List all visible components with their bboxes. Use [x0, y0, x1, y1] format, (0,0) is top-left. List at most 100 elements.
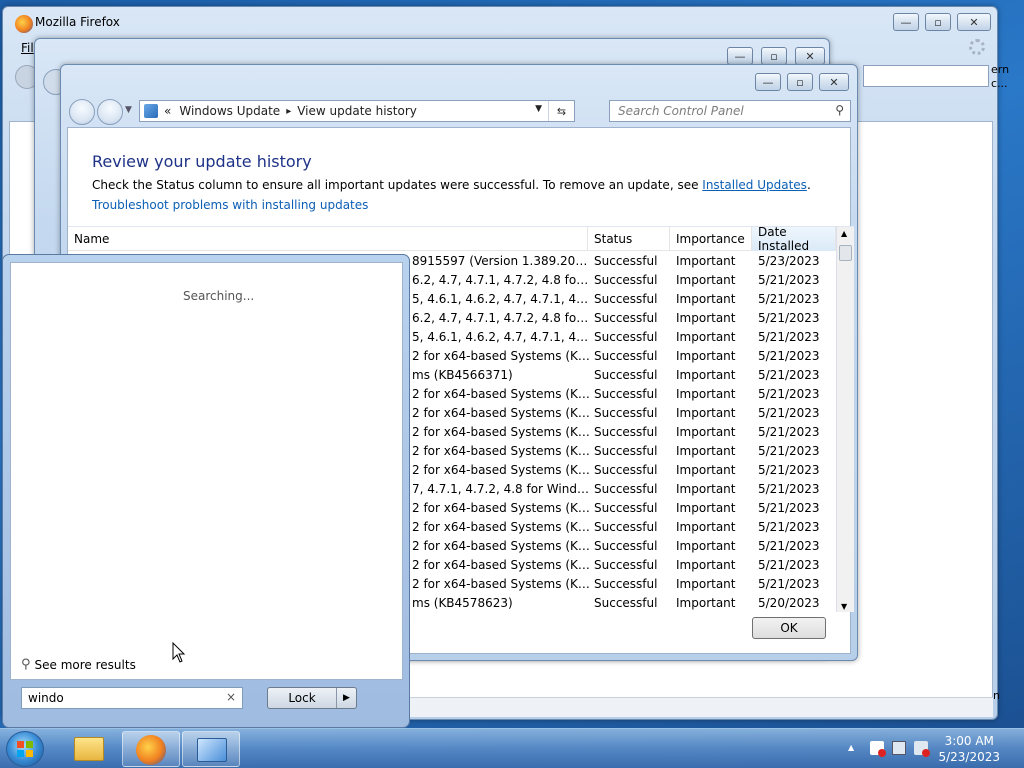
background-close-button[interactable]: ✕: [795, 47, 825, 65]
mouse-cursor-icon: [172, 642, 186, 663]
cell-date: 5/21/2023: [758, 273, 820, 287]
forward-icon[interactable]: [97, 99, 123, 125]
cell-importance: Important: [676, 292, 736, 306]
firefox-minimize-button[interactable]: —: [893, 13, 919, 31]
lock-button[interactable]: Lock ▶: [267, 687, 357, 709]
cell-importance: Important: [676, 387, 736, 401]
taskbar-firefox-button[interactable]: [122, 731, 180, 767]
column-name[interactable]: Name: [68, 227, 588, 251]
refresh-icon[interactable]: ⇆: [548, 101, 574, 121]
show-hidden-icons-arrow[interactable]: ▲: [848, 743, 854, 752]
cell-date: 5/21/2023: [758, 368, 820, 382]
cell-importance: Important: [676, 463, 736, 477]
cell-name: 5, 4.6.1, 4.6.2, 4.7, 4.7.1, 4.7.2, 4.8.…: [412, 292, 590, 306]
network-icon[interactable]: [892, 741, 906, 755]
recent-pages-chevron-icon[interactable]: ▼: [125, 105, 132, 115]
cell-name: 2 for x64-based Systems (KB502...: [412, 501, 590, 515]
cell-date: 5/21/2023: [758, 577, 820, 591]
cell-importance: Important: [676, 482, 736, 496]
column-importance[interactable]: Importance: [670, 227, 752, 251]
cell-importance: Important: [676, 406, 736, 420]
background-maximize-button[interactable]: ▫: [761, 47, 787, 65]
taskbar-explorer-button[interactable]: [60, 731, 118, 767]
breadcrumb-separator-icon[interactable]: ▸: [286, 106, 291, 117]
cell-date: 5/21/2023: [758, 292, 820, 306]
address-bar[interactable]: « Windows Update ▸ View update history ▼…: [139, 100, 575, 122]
cell-importance: Important: [676, 444, 736, 458]
firefox-side-text-b: c...: [991, 77, 1008, 90]
flag-icon[interactable]: [870, 741, 886, 757]
cell-status: Successful: [594, 558, 658, 572]
cell-name: 2 for x64-based Systems (KB500...: [412, 520, 590, 534]
cell-date: 5/21/2023: [758, 387, 820, 401]
cell-status: Successful: [594, 368, 658, 382]
breadcrumb-windows-update[interactable]: Windows Update: [179, 104, 280, 118]
cell-status: Successful: [594, 311, 658, 325]
cell-status: Successful: [594, 501, 658, 515]
cell-importance: Important: [676, 368, 736, 382]
cp-navigation-bar: ▼ « Windows Update ▸ View update history…: [67, 99, 851, 125]
cell-name: 2 for x64-based Systems (KB500...: [412, 463, 590, 477]
cell-name: 2 for x64-based Systems (KB458...: [412, 558, 590, 572]
table-scrollbar[interactable]: ▲ ▼: [836, 227, 854, 612]
back-icon[interactable]: [69, 99, 95, 125]
search-icon[interactable]: ⚲: [835, 103, 844, 117]
cell-date: 5/21/2023: [758, 330, 820, 344]
start-search-input[interactable]: windo ×: [21, 687, 243, 709]
cell-name: 5, 4.6.1, 4.6.2, 4.7, 4.7.1, 4.7.2, 4.8.…: [412, 330, 590, 344]
cell-importance: Important: [676, 254, 736, 268]
cell-date: 5/21/2023: [758, 444, 820, 458]
taskbar-control-panel-button[interactable]: [182, 731, 240, 767]
column-date-installed[interactable]: Date Installed: [752, 227, 836, 253]
cell-date: 5/21/2023: [758, 558, 820, 572]
clear-search-icon[interactable]: ×: [226, 690, 236, 704]
start-results-pane: Searching... ⚲ See more results: [10, 262, 403, 680]
cell-name: 2 for x64-based Systems (KB501...: [412, 444, 590, 458]
page-title: Review your update history: [92, 152, 312, 171]
see-more-results-link[interactable]: ⚲ See more results: [21, 657, 136, 672]
cell-importance: Important: [676, 558, 736, 572]
firefox-menu-file[interactable]: Fil: [21, 41, 34, 55]
cell-name: 8915597 (Version 1.389.2084.0): [412, 254, 590, 268]
cell-status: Successful: [594, 330, 658, 344]
firefox-throbber-icon: [969, 39, 985, 55]
search-icon: ⚲: [21, 657, 31, 672]
cell-date: 5/21/2023: [758, 463, 820, 477]
clock-date: 5/23/2023: [938, 750, 1000, 764]
troubleshoot-link[interactable]: Troubleshoot problems with installing up…: [92, 198, 368, 212]
firefox-maximize-button[interactable]: ▫: [925, 13, 951, 31]
cell-name: 2 for x64-based Systems (KB459...: [412, 406, 590, 420]
column-status[interactable]: Status: [588, 227, 670, 251]
ok-button[interactable]: OK: [752, 617, 826, 639]
firefox-side-text-c: n: [993, 689, 1000, 702]
scroll-thumb[interactable]: [839, 245, 852, 261]
firefox-url-bar[interactable]: [863, 65, 989, 87]
cell-date: 5/21/2023: [758, 425, 820, 439]
windows-orb-icon[interactable]: [6, 731, 44, 767]
cp-close-button[interactable]: ✕: [819, 73, 849, 91]
scroll-down-icon[interactable]: ▼: [841, 602, 847, 611]
address-dropdown-icon[interactable]: ▼: [535, 104, 542, 114]
installed-updates-link[interactable]: Installed Updates: [702, 178, 807, 192]
scroll-up-icon[interactable]: ▲: [841, 229, 847, 238]
taskbar-clock[interactable]: 3:00 AM 5/23/2023: [938, 733, 1000, 765]
cell-importance: Important: [676, 330, 736, 344]
cell-importance: Important: [676, 273, 736, 287]
table-header: Name Status Importance Date Installed: [68, 227, 836, 253]
cell-name: 7, 4.7.1, 4.7.2, 4.8 for Windows S...: [412, 482, 590, 496]
cell-status: Successful: [594, 596, 658, 610]
breadcrumb-overflow[interactable]: «: [164, 104, 171, 118]
cell-status: Successful: [594, 539, 658, 553]
cell-date: 5/21/2023: [758, 520, 820, 534]
cell-status: Successful: [594, 425, 658, 439]
system-tray: ▲ 3:00 AM 5/23/2023: [834, 729, 1024, 768]
background-minimize-button[interactable]: —: [727, 47, 753, 65]
shutdown-options-arrow-icon[interactable]: ▶: [336, 688, 356, 708]
volume-muted-icon[interactable]: [914, 741, 930, 757]
cp-minimize-button[interactable]: —: [755, 73, 781, 91]
search-control-panel-input[interactable]: Search Control Panel ⚲: [609, 100, 851, 122]
cp-maximize-button[interactable]: ▫: [787, 73, 813, 91]
breadcrumb-view-update-history[interactable]: View update history: [297, 104, 417, 118]
firefox-icon: [15, 15, 33, 33]
firefox-close-button[interactable]: ✕: [957, 13, 991, 31]
